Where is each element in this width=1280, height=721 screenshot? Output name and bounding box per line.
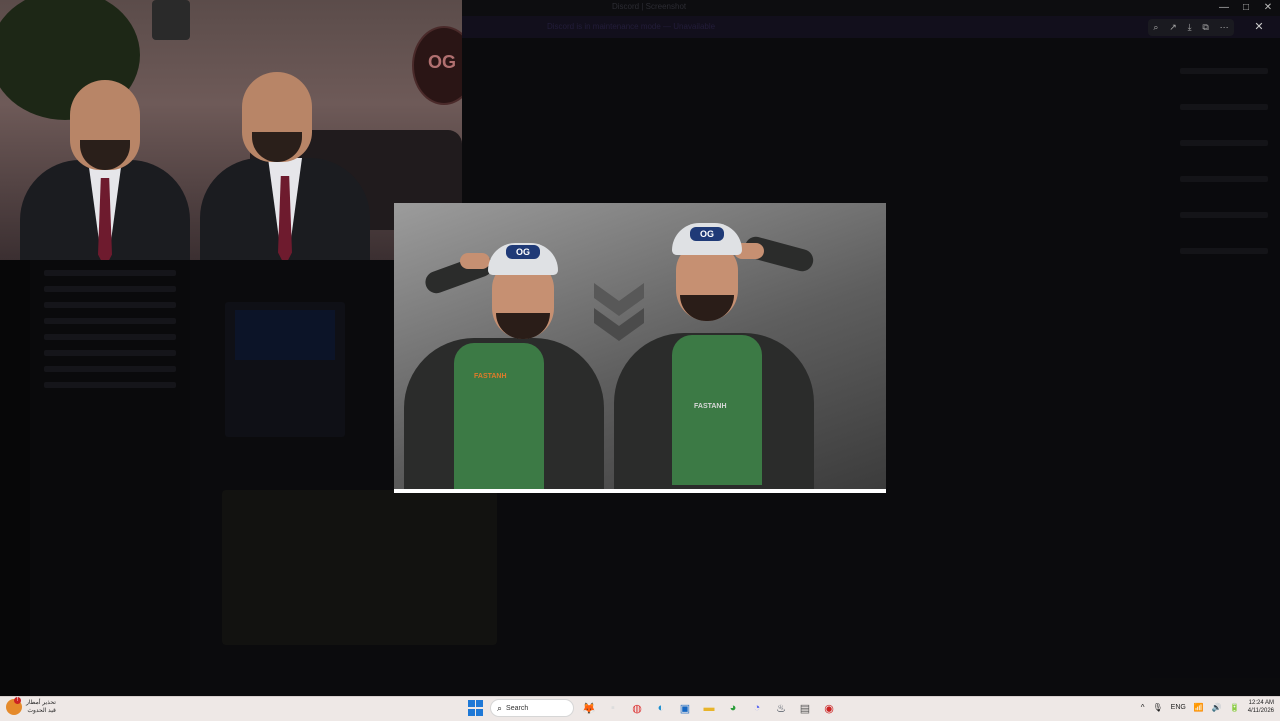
channel-item	[44, 334, 176, 340]
chrome-icon[interactable]: ◍	[628, 699, 646, 717]
obs-icon[interactable]: ◉	[820, 699, 838, 717]
zoom-icon[interactable]: ⌕	[1153, 22, 1158, 33]
minimize-button[interactable]: —	[1218, 2, 1230, 14]
message-image	[222, 490, 497, 645]
clock-time: 12:24 AM	[1248, 700, 1274, 706]
clock[interactable]: 12:24 AM 4/11/2026	[1248, 699, 1274, 715]
download-icon[interactable]: ⤓	[1188, 22, 1192, 33]
task-view-icon[interactable]: ▪	[604, 699, 622, 717]
widgets-icon[interactable]: 🦊	[580, 699, 598, 717]
member-item	[1180, 140, 1268, 146]
taskbar-pinned: ⌕ Search 🦊 ▪ ◍ ◐ ▣ ▬ ◕ ◔ ♨ ▤ ◉	[466, 699, 838, 717]
weather-icon: !	[6, 697, 22, 715]
cap-badge-right: OG	[690, 227, 724, 241]
channel-item	[44, 302, 176, 308]
close-window-button[interactable]: ✕	[1262, 2, 1274, 14]
channel-item	[44, 350, 176, 356]
file-explorer-icon[interactable]: ▬	[700, 699, 718, 717]
chevron-up-icon[interactable]: ^	[1141, 703, 1145, 712]
discord-icon[interactable]: ◔	[748, 699, 766, 717]
search-label: Search	[506, 704, 529, 712]
app-icon[interactable]: ▤	[796, 699, 814, 717]
share-icon[interactable]: ↗	[1169, 22, 1177, 33]
viewer-close-button[interactable]: ✕	[1250, 19, 1268, 36]
wall-decoration	[152, 0, 190, 40]
image-viewer-toolbar: ⌕ ↗ ⤓ ⧉ ⋯	[1148, 19, 1234, 36]
windows-taskbar: ! تحذير أمطار قيد الحدوث ⌕ Search 🦊 ▪ ◍ …	[0, 696, 1280, 721]
weather-text: تحذير أمطار قيد الحدوث	[26, 699, 56, 715]
search-icon: ⌕	[497, 702, 503, 713]
window-controls: — □ ✕	[1218, 2, 1274, 14]
wifi-icon[interactable]: 📶	[1194, 703, 1204, 712]
start-icon[interactable]	[466, 699, 484, 717]
clock-date: 4/11/2026	[1247, 708, 1274, 714]
member-list	[1150, 38, 1280, 678]
chrome-profile-icon[interactable]: ◕	[724, 699, 742, 717]
volume-icon[interactable]: 🔊	[1212, 703, 1222, 712]
more-options-icon[interactable]: ⋯	[1220, 22, 1229, 33]
member-item	[1180, 212, 1268, 218]
member-item	[1180, 176, 1268, 182]
webcam-overlay: OG	[0, 0, 462, 260]
language-indicator[interactable]: ENG	[1171, 704, 1186, 711]
shirt-text-left: FASTANH	[474, 373, 507, 380]
server-rail	[0, 260, 30, 696]
microphone-icon[interactable]: 🎙	[1153, 703, 1163, 712]
member-item	[1180, 248, 1268, 254]
member-item	[1180, 68, 1268, 74]
alert-badge: !	[14, 697, 21, 704]
wall-logo-text: OG	[428, 52, 457, 72]
weather-widget[interactable]: ! تحذير أمطار قيد الحدوث	[6, 697, 56, 715]
image-border	[394, 489, 886, 493]
weather-line-1: تحذير أمطار	[26, 700, 56, 706]
edge-icon[interactable]: ◐	[652, 699, 670, 717]
app-titlebar: Discord | Screenshot — □ ✕	[462, 0, 1280, 16]
maximize-button[interactable]: □	[1240, 2, 1252, 14]
channel-item	[44, 366, 176, 372]
store-icon[interactable]: ▣	[676, 699, 694, 717]
battery-icon[interactable]: 🔋	[1230, 703, 1240, 712]
channel-item	[44, 382, 176, 388]
shirt-text-right: FASTANH	[694, 403, 727, 410]
shared-artwork-image[interactable]: FASTANH OG FASTANH OG	[394, 203, 886, 493]
channel-list	[30, 260, 190, 696]
channel-item	[44, 286, 176, 292]
message-thumbnail	[225, 302, 345, 437]
system-tray: ^ 🎙 ENG 📶 🔊 🔋 12:24 AM 4/11/2026	[1141, 699, 1274, 715]
app-title: Discord | Screenshot	[612, 2, 687, 11]
member-item	[1180, 104, 1268, 110]
channel-item	[44, 270, 176, 276]
weather-line-2: قيد الحدوث	[27, 708, 56, 714]
notice-banner-text: Discord is in maintenance mode — Unavail…	[547, 22, 716, 31]
steam-icon[interactable]: ♨	[772, 699, 790, 717]
taskbar-search[interactable]: ⌕ Search	[490, 699, 574, 717]
open-external-icon[interactable]: ⧉	[1202, 22, 1208, 33]
channel-item	[44, 318, 176, 324]
cap-badge-left: OG	[506, 245, 540, 259]
